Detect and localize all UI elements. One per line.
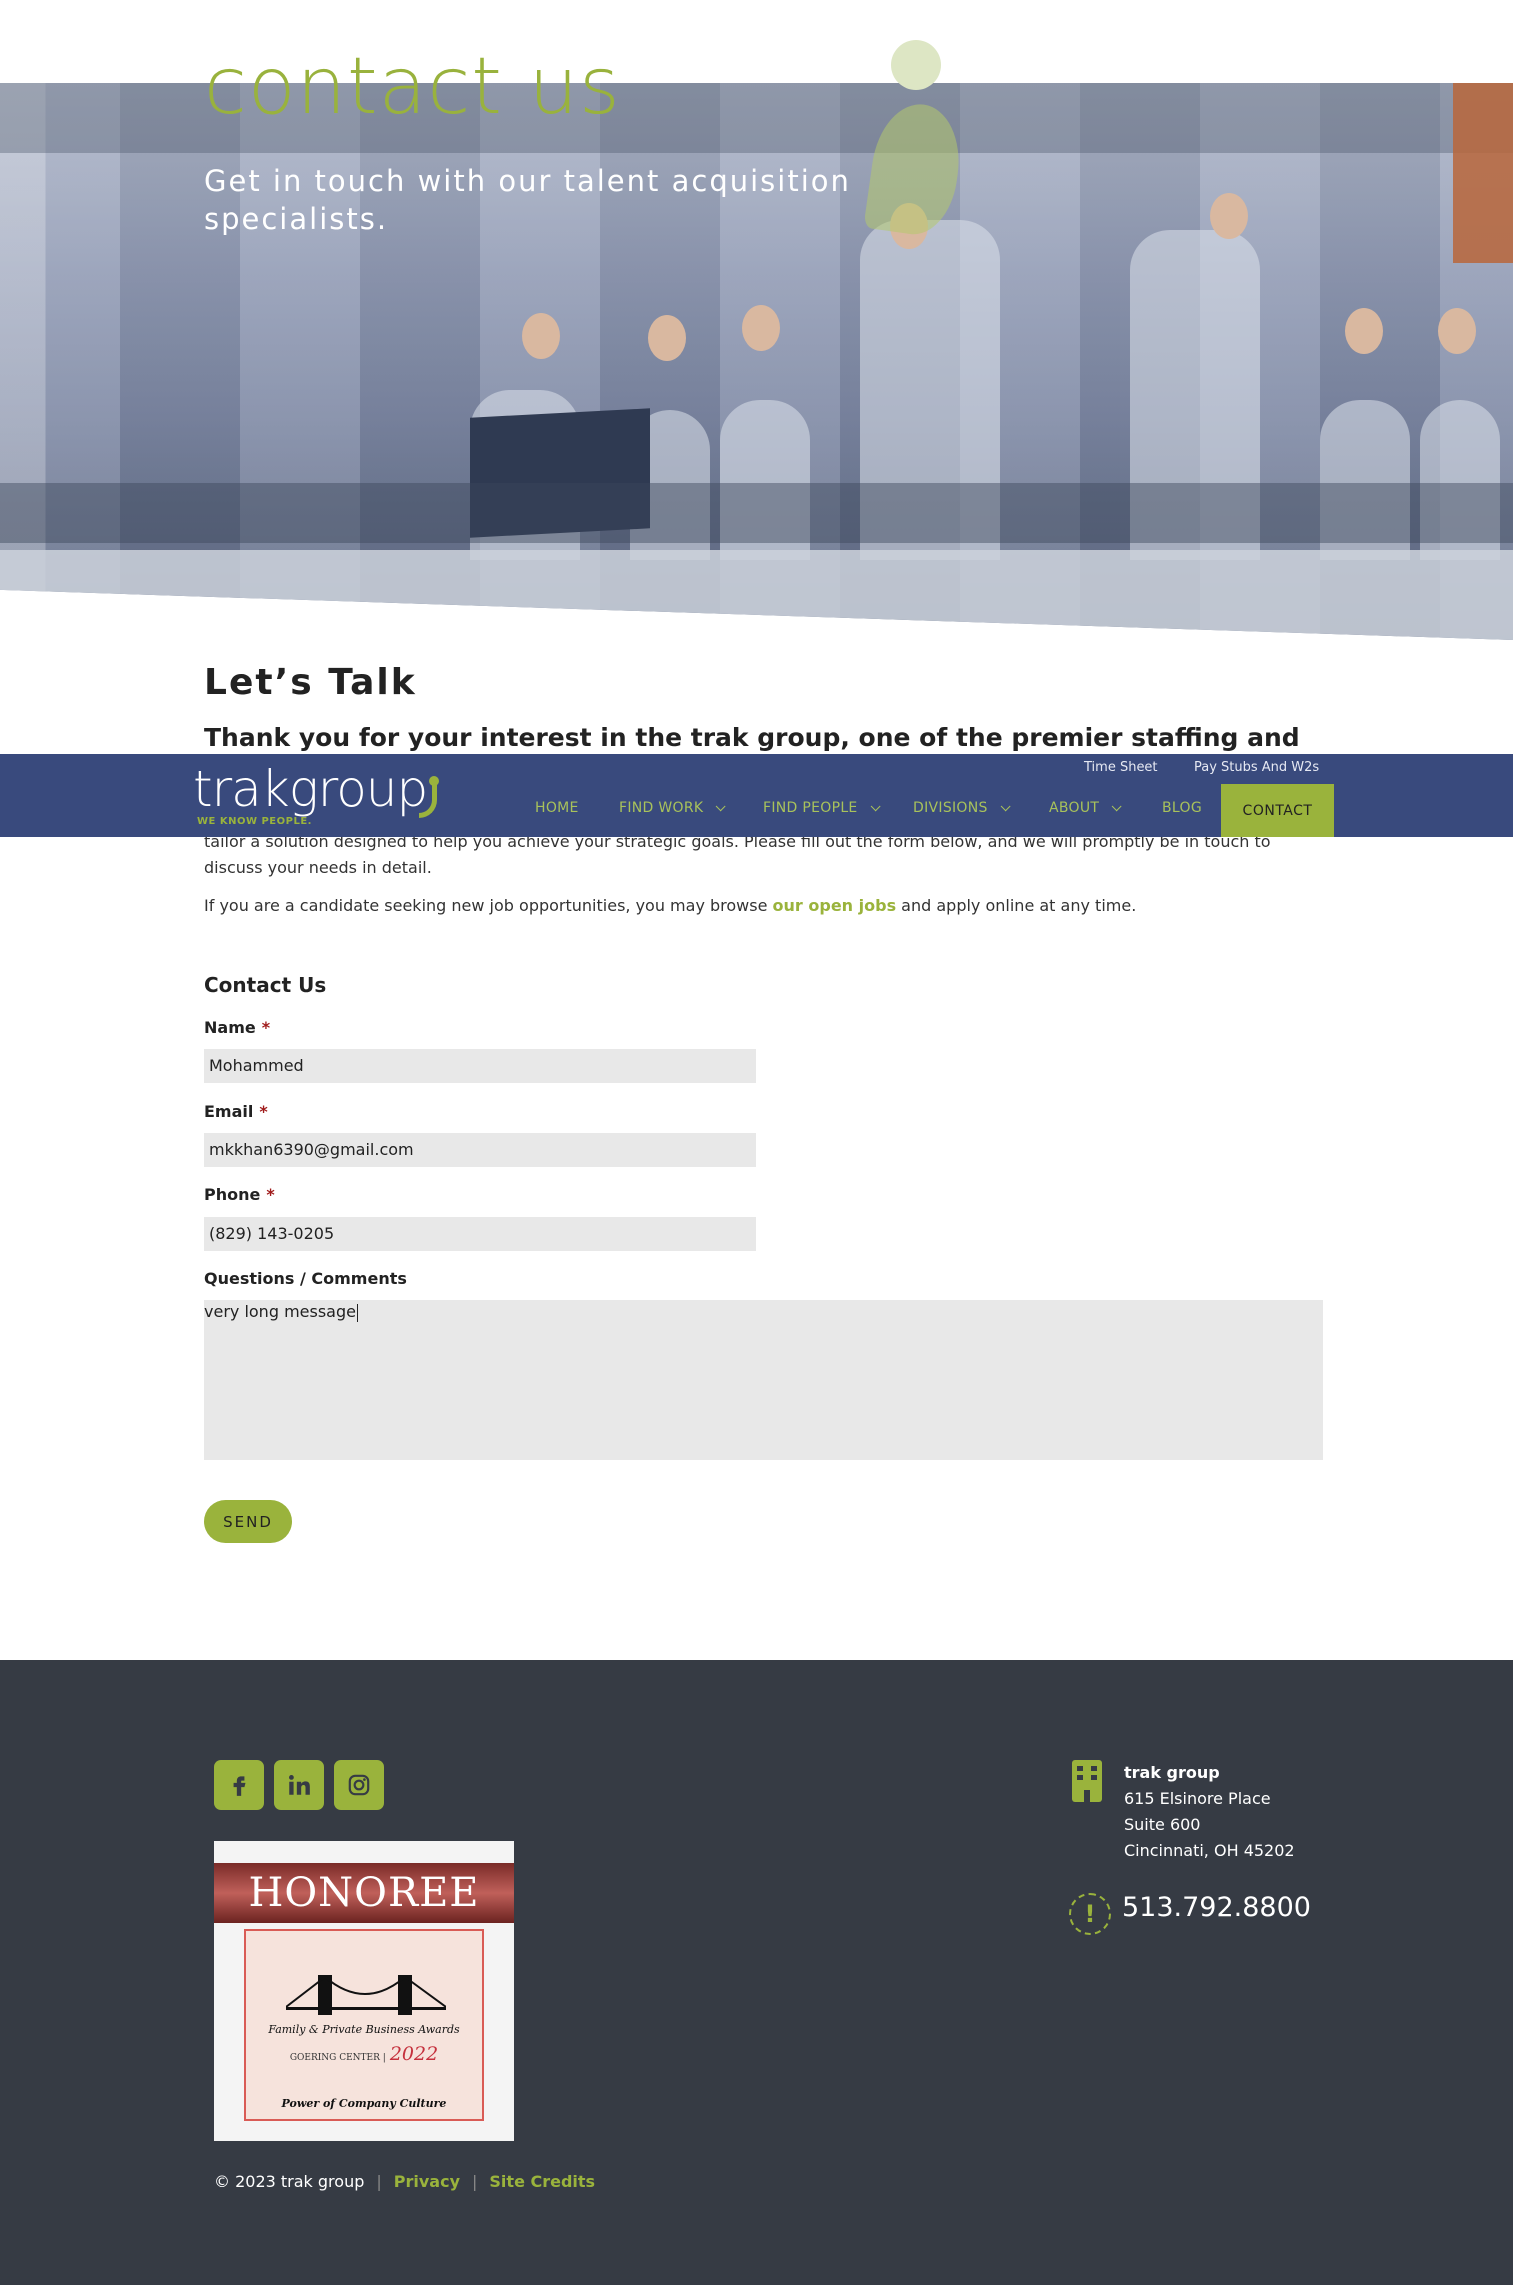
logo-tagline: WE KNOW PEOPLE. [197, 816, 312, 827]
required-mark: * [259, 1102, 268, 1121]
time-sheet-link[interactable]: Time Sheet [1084, 760, 1158, 775]
building-icon [1072, 1760, 1102, 1802]
award-banner: HONOREE [214, 1863, 514, 1923]
hero-section: contact us Get in touch with our talent … [0, 0, 1513, 640]
hero-person-head [522, 313, 560, 359]
phone-label: Phone * [204, 1185, 275, 1204]
address-company: trak group [1124, 1763, 1220, 1782]
chevron-down-icon [716, 800, 726, 811]
address-line1: 615 Elsinore Place [1124, 1789, 1271, 1808]
copyright-bar: © 2023 trak group | Privacy | Site Credi… [214, 2172, 595, 2191]
trak-group-logo[interactable]: trakgroup WE KNOW PEOPLE. [193, 764, 463, 828]
nav-about-label: ABOUT [1049, 800, 1100, 816]
linkedin-icon[interactable] [274, 1760, 324, 1810]
text-caret [356, 1303, 358, 1322]
copyright-text: © 2023 trak group [214, 2172, 365, 2191]
nav-blog-label: BLOG [1162, 800, 1202, 816]
award-center-name: GOERING CENTER [289, 2053, 380, 2063]
phone-alert-icon: ! [1069, 1893, 1111, 1935]
chevron-down-icon [870, 800, 881, 811]
brand-apostrophe-dot [891, 40, 941, 90]
nav-find-people-label: FIND PEOPLE [763, 800, 858, 816]
award-title: Family & Private Business Awards [268, 2023, 460, 2036]
nav-find-work-label: FIND WORK [619, 800, 704, 816]
facebook-icon[interactable] [214, 1760, 264, 1810]
site-credits-link[interactable]: Site Credits [489, 2172, 595, 2191]
bridge-icon [286, 1975, 446, 2015]
phone-field[interactable]: (829) 143-0205 [204, 1217, 756, 1251]
contact-form-title: Contact Us [204, 973, 327, 997]
award-frame: Family & Private Business Awards GOERING… [244, 1929, 484, 2121]
email-field[interactable]: mkkhan6390@gmail.com [204, 1133, 756, 1167]
site-footer: HONOREE Family & Private Business Awards… [0, 1660, 1513, 2285]
hero-person-head [648, 315, 686, 361]
lets-talk-heading: Let’s Talk [204, 662, 417, 703]
required-mark: * [261, 1018, 271, 1037]
award-category: Power of Company Culture [281, 2097, 447, 2110]
comments-label-text: Questions / Comments [204, 1269, 407, 1288]
comments-textarea[interactable]: very long message [204, 1300, 1323, 1460]
nav-find-work[interactable]: FIND WORK [619, 800, 726, 816]
page-title: contact us [204, 42, 621, 132]
phone-label-text: Phone [204, 1185, 261, 1204]
privacy-link[interactable]: Privacy [394, 2172, 460, 2191]
hero-person-head [742, 305, 780, 351]
logo-wordmark: trakgroup [193, 760, 428, 818]
nav-home-label: HOME [535, 800, 579, 816]
name-label: Name * [204, 1018, 270, 1037]
comments-label: Questions / Comments [204, 1269, 407, 1288]
hero-person-head [1345, 308, 1383, 354]
hero-person-head [1438, 308, 1476, 354]
nav-find-people[interactable]: FIND PEOPLE [763, 800, 881, 816]
candidate-text: If you are a candidate seeking new job o… [204, 896, 773, 915]
phone-number-link[interactable]: 513.792.8800 [1122, 1892, 1311, 1923]
open-jobs-link[interactable]: our open jobs [773, 896, 897, 915]
required-mark: * [266, 1185, 275, 1204]
separator: | [472, 2172, 478, 2191]
email-label-text: Email [204, 1102, 254, 1121]
award-year: 2022 [389, 2043, 439, 2065]
address-line2: Suite 600 [1124, 1815, 1201, 1834]
instagram-icon[interactable] [334, 1760, 384, 1810]
main-navbar: trakgroup WE KNOW PEOPLE. Time Sheet Pay… [0, 754, 1513, 837]
office-address: trak group 615 Elsinore Place Suite 600 … [1124, 1760, 1295, 1864]
send-button[interactable]: SEND [204, 1500, 292, 1543]
comments-value: very long message [204, 1302, 356, 1321]
nav-divisions[interactable]: DIVISIONS [913, 800, 1011, 816]
email-label: Email * [204, 1102, 268, 1121]
nav-contact[interactable]: CONTACT [1221, 784, 1334, 837]
nav-contact-label: CONTACT [1242, 802, 1313, 819]
chevron-down-icon [1000, 800, 1011, 811]
hero-fade [0, 550, 1513, 640]
nav-divisions-label: DIVISIONS [913, 800, 988, 816]
hero-desk [0, 483, 1513, 543]
name-field[interactable]: Mohammed [204, 1049, 756, 1083]
address-line3: Cincinnati, OH 45202 [1124, 1841, 1295, 1860]
name-label-text: Name [204, 1018, 256, 1037]
nav-home[interactable]: HOME [535, 800, 579, 816]
nav-blog[interactable]: BLOG [1162, 800, 1202, 816]
candidate-paragraph: If you are a candidate seeking new job o… [204, 896, 1136, 915]
chevron-down-icon [1111, 800, 1122, 811]
nav-about[interactable]: ABOUT [1049, 800, 1122, 816]
honoree-award-badge: HONOREE Family & Private Business Awards… [214, 1841, 514, 2141]
page-subtitle: Get in touch with our talent acquisition… [204, 164, 851, 236]
hero-person-head [1210, 193, 1248, 239]
logo-apostrophe [419, 784, 437, 818]
hero-window [1453, 83, 1513, 263]
separator: | [376, 2172, 382, 2191]
award-center: GOERING CENTER | 2022 [289, 2043, 439, 2065]
pay-stubs-link[interactable]: Pay Stubs And W2s [1194, 760, 1319, 775]
candidate-text-end: and apply online at any time. [896, 896, 1137, 915]
